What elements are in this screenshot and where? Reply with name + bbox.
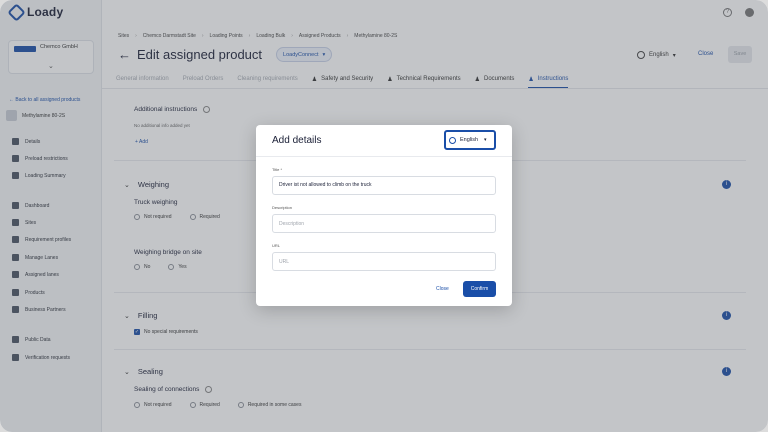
url-field[interactable] [272, 252, 496, 271]
language-label: English [460, 137, 479, 143]
title-field[interactable]: Driver ist not allowed to climb on the t… [272, 176, 496, 195]
caret-down-icon: ▾ [484, 137, 487, 143]
dialog-divider [256, 156, 512, 157]
dialog-language-select[interactable]: English ▾ [444, 130, 496, 150]
dialog-title: Add details [272, 135, 322, 146]
description-field-label: Description [272, 205, 293, 210]
add-details-dialog: Add details English ▾ Title * Driver ist… [256, 125, 512, 306]
globe-icon [449, 136, 456, 144]
description-field[interactable] [272, 214, 496, 233]
dialog-close-button[interactable]: Close [436, 286, 449, 292]
url-field-label: URL [272, 243, 281, 248]
title-field-label: Title * [272, 167, 283, 172]
dialog-confirm-button[interactable]: Confirm [463, 281, 496, 297]
app-window: Loady Chemco GmbH ⌄ ← Back to all assign… [0, 0, 768, 432]
